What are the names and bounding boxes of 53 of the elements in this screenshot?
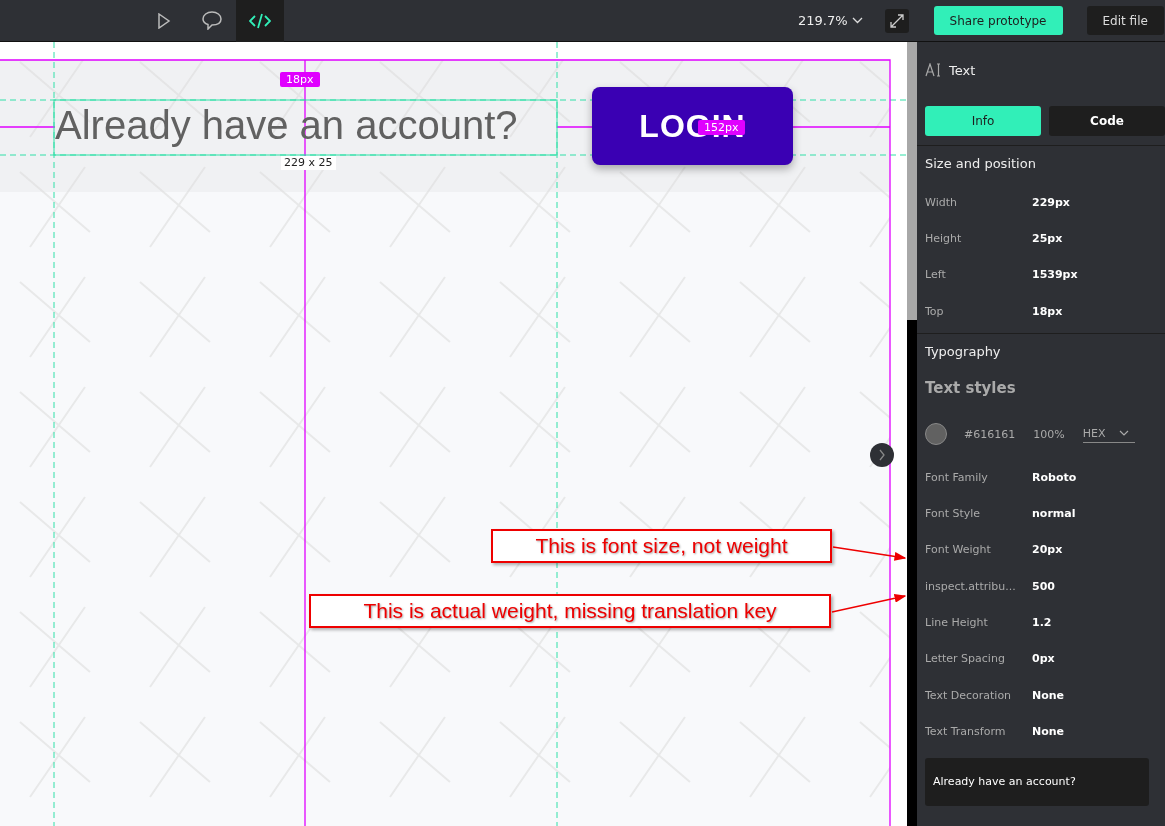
property-value: 229px — [1032, 195, 1070, 209]
property-value: None — [1032, 724, 1065, 738]
fullscreen-button[interactable] — [884, 8, 909, 33]
code-tool[interactable] — [236, 0, 284, 42]
property-label: Line Height — [925, 616, 989, 629]
property-label: Font Family — [925, 470, 989, 484]
property-value: 20px — [1032, 543, 1063, 557]
size-label: 229 x 25 — [281, 156, 336, 170]
callout-box: This is font size, not weight — [491, 529, 832, 563]
property-value: 0px — [1032, 652, 1055, 666]
code-icon — [249, 12, 271, 29]
play-icon — [157, 12, 171, 29]
property-label: Font Weight — [925, 543, 992, 557]
edit-button[interactable]: Edit file — [1086, 6, 1164, 35]
property-label: inspect.attribu... — [925, 579, 1017, 593]
zoom-dropdown[interactable]: 219.7% — [798, 13, 863, 28]
comment-icon — [202, 11, 222, 30]
property-value: 25px — [1032, 231, 1063, 245]
property-value: Roboto — [1032, 470, 1077, 484]
chevron-down-icon — [1118, 430, 1129, 437]
text-preview: Already have an account? — [925, 757, 1149, 806]
expand-icon — [888, 12, 905, 29]
spacing-badge: 18px — [280, 72, 320, 87]
property-label: Height — [925, 231, 963, 245]
section-title: Typography — [925, 344, 1002, 362]
subsection-title: Text styles — [925, 379, 1017, 398]
property-label: Font Style — [925, 507, 982, 521]
property-value: None — [1032, 688, 1065, 702]
property-label: Left — [925, 268, 947, 282]
section-title: Size and position — [925, 156, 1037, 173]
color-opacity: 100% — [1033, 427, 1065, 441]
panel-tab[interactable]: Code — [1049, 106, 1165, 136]
property-value: 1.2 — [1032, 616, 1052, 629]
share-button[interactable]: Share prototype — [933, 6, 1063, 35]
property-value: 1539px — [1032, 268, 1078, 282]
property-value: normal — [1032, 507, 1076, 521]
chevron-right-icon — [878, 449, 886, 461]
color-hex: #616161 — [964, 427, 1016, 441]
property-label: Text Decoration — [925, 688, 1013, 702]
scrollbar-thumb[interactable] — [907, 42, 917, 320]
text-icon — [925, 63, 941, 77]
chevron-down-icon — [851, 17, 863, 24]
property-label: Letter Spacing — [925, 652, 1006, 666]
panel-tab[interactable]: Info — [925, 106, 1041, 136]
property-value: 18px — [1032, 304, 1063, 318]
property-label: Top — [925, 304, 945, 318]
property-label: Text Transform — [925, 724, 1007, 738]
callout-box: This is actual weight, missing translation key — [309, 594, 831, 628]
format-dropdown[interactable]: HEX — [1082, 425, 1135, 443]
layer-type: Text — [949, 62, 976, 78]
property-label: Width — [925, 195, 958, 209]
color-swatch — [925, 423, 947, 446]
property-value: 500 — [1032, 579, 1055, 593]
